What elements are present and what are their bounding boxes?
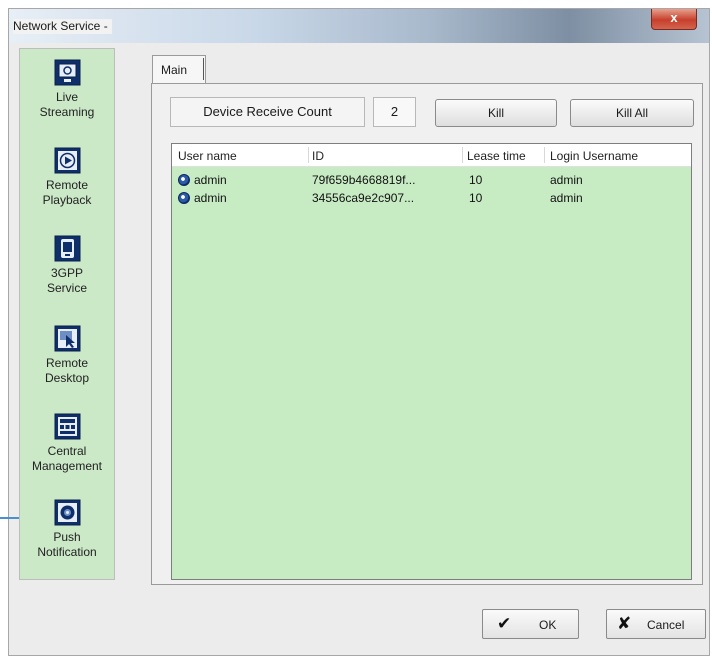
- sidebar-item-remote-playback[interactable]: Remote Playback: [20, 147, 114, 208]
- table-row[interactable]: admin 79f659b4668819f... 10 admin: [172, 172, 691, 189]
- kill-all-button[interactable]: Kill All: [570, 99, 694, 127]
- title-bar[interactable]: Network Service - x: [9, 9, 709, 43]
- cell-lease-time: 10: [469, 191, 483, 205]
- sidebar-item-label: 3GPP: [50, 266, 83, 280]
- device-receive-count-label: Device Receive Count: [170, 97, 365, 127]
- close-button[interactable]: x: [651, 9, 697, 30]
- x-mark-icon: ✘: [617, 614, 632, 633]
- sidebar: Live Streaming Remote Playback 3GPP Serv…: [19, 48, 115, 580]
- column-header-id[interactable]: ID: [312, 149, 324, 163]
- sidebar-item-label: Management: [31, 459, 103, 473]
- column-separator[interactable]: [544, 147, 545, 163]
- column-separator[interactable]: [462, 147, 463, 163]
- notification-icon: [54, 499, 80, 526]
- cell-login-username: admin: [550, 191, 583, 205]
- checkmark-icon: ✔: [497, 614, 512, 633]
- sidebar-item-label: Desktop: [44, 371, 90, 385]
- sidebar-item-label: Live: [55, 90, 78, 104]
- tab-main-label: Main: [161, 63, 188, 77]
- ok-button-label: OK: [539, 618, 557, 632]
- sidebar-item-label: Service: [46, 281, 87, 295]
- sidebar-item-label: Playback: [42, 193, 92, 207]
- sidebar-item-label: Push: [53, 530, 81, 544]
- sidebar-item-remote-desktop[interactable]: Remote Desktop: [20, 325, 114, 386]
- monitor-icon: [54, 59, 80, 86]
- column-header-lease-time[interactable]: Lease time: [467, 149, 526, 163]
- column-separator[interactable]: [308, 147, 309, 163]
- list-header: User name ID Lease time Login Username: [172, 144, 691, 167]
- cancel-button-label: Cancel: [647, 618, 685, 632]
- play-icon: [54, 147, 80, 174]
- sidebar-item-live-streaming[interactable]: Live Streaming: [20, 59, 114, 120]
- sidebar-item-central-management[interactable]: Central Management: [20, 413, 114, 474]
- sidebar-item-label: Remote: [45, 178, 89, 192]
- sidebar-item-push-notification[interactable]: Push Notification: [20, 499, 114, 560]
- device-receive-count-value: 2: [373, 97, 416, 127]
- sidebar-item-label: Streaming: [39, 105, 95, 119]
- cell-user-name: admin: [194, 191, 227, 205]
- connection-list[interactable]: User name ID Lease time Login Username a…: [171, 143, 692, 580]
- column-header-login-username[interactable]: Login Username: [550, 149, 638, 163]
- sidebar-item-label: Central: [47, 444, 87, 458]
- table-row[interactable]: admin 34556ca9e2c907... 10 admin: [172, 190, 691, 207]
- cell-lease-time: 10: [469, 173, 483, 187]
- cell-id: 79f659b4668819f...: [312, 173, 416, 187]
- sidebar-item-label: Remote: [45, 356, 89, 370]
- ok-button[interactable]: ✔ OK: [482, 609, 579, 639]
- tab-main[interactable]: Main: [152, 55, 206, 83]
- management-icon: [54, 413, 80, 440]
- sidebar-item-3gpp-service[interactable]: 3GPP Service: [20, 235, 114, 296]
- desktop-cursor-icon: [54, 325, 80, 352]
- user-connection-icon: [178, 174, 190, 186]
- cell-id: 34556ca9e2c907...: [312, 191, 415, 205]
- column-header-user-name[interactable]: User name: [178, 149, 237, 163]
- cell-login-username: admin: [550, 173, 583, 187]
- cancel-button[interactable]: ✘ Cancel: [606, 609, 706, 639]
- cell-user-name: admin: [194, 173, 227, 187]
- user-connection-icon: [178, 192, 190, 204]
- kill-button[interactable]: Kill: [435, 99, 557, 127]
- tab-divider: [203, 58, 204, 80]
- window-title: Network Service -: [13, 19, 112, 34]
- sidebar-item-label: Notification: [37, 545, 97, 559]
- phone-icon: [54, 235, 80, 262]
